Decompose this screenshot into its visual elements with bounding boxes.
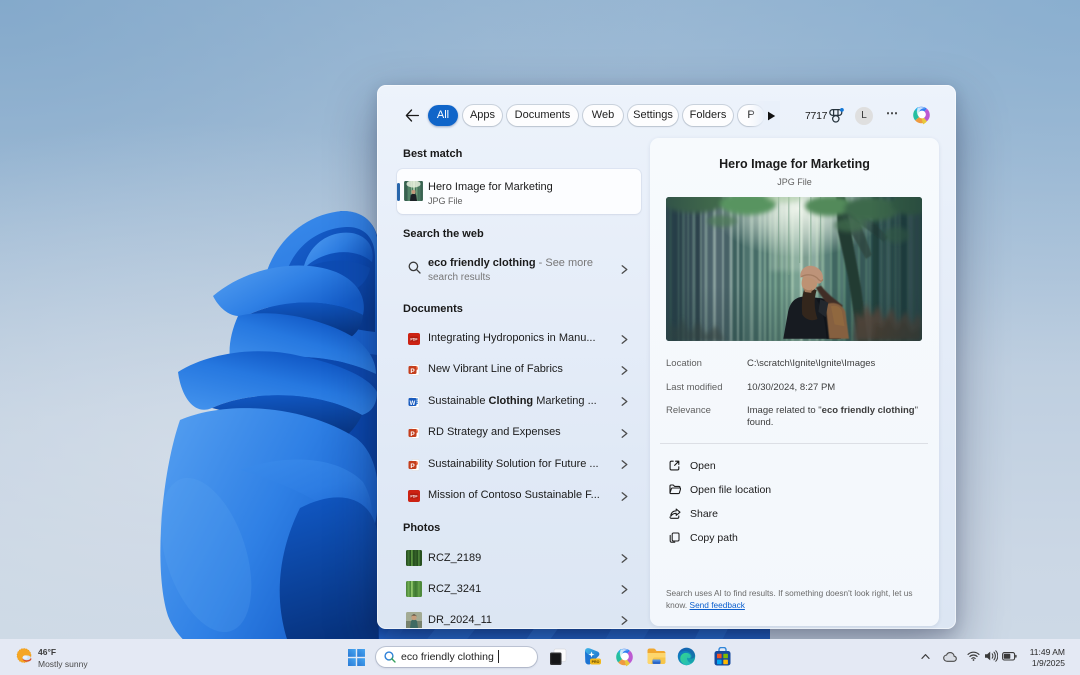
svg-text:PDF: PDF — [410, 338, 418, 342]
svg-text:P: P — [410, 462, 415, 469]
svg-text:P: P — [410, 368, 415, 375]
svg-text:PDF: PDF — [410, 495, 418, 499]
svg-text:W: W — [410, 401, 416, 407]
svg-text:P: P — [410, 431, 415, 438]
svg-text:PRO: PRO — [592, 660, 600, 664]
